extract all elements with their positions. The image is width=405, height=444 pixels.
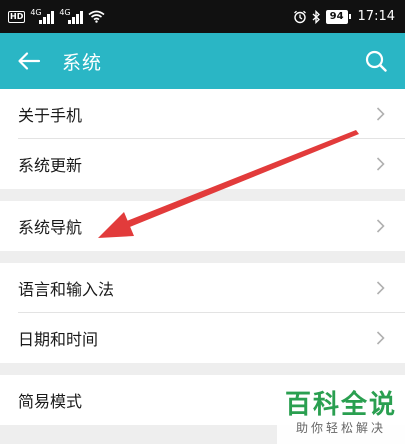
- sim2-net-label: 4G: [59, 7, 71, 17]
- settings-item-label: 关于手机: [18, 106, 83, 125]
- bluetooth-icon: [312, 9, 320, 24]
- status-right: 94 17:14: [293, 9, 395, 24]
- battery-icon: 94: [325, 9, 351, 24]
- settings-item-label: 系统更新: [18, 156, 83, 175]
- watermark-title: 百科全说: [284, 390, 397, 420]
- status-bar: HD 4G 4G 94 17:14: [0, 0, 405, 33]
- settings-item-system-update[interactable]: 系统更新: [0, 139, 405, 189]
- settings-item-about-phone[interactable]: 关于手机: [0, 89, 405, 139]
- settings-list: 关于手机 系统更新 系统导航 语言和输入法 日期和时间 简易模式: [0, 89, 405, 425]
- app-bar: 系统: [0, 33, 405, 89]
- back-button[interactable]: [14, 46, 44, 76]
- settings-group-3: 语言和输入法 日期和时间: [0, 263, 405, 363]
- settings-item-label: 日期和时间: [18, 330, 99, 349]
- chevron-right-icon: [373, 331, 387, 345]
- settings-item-language-input[interactable]: 语言和输入法: [0, 263, 405, 313]
- chevron-right-icon: [373, 157, 387, 171]
- chevron-right-icon: [373, 281, 387, 295]
- settings-item-label: 语言和输入法: [18, 280, 115, 299]
- hd-badge: HD: [8, 10, 26, 23]
- alarm-icon: [293, 10, 306, 23]
- chevron-right-icon: [373, 107, 387, 121]
- search-icon: [365, 50, 387, 72]
- page-title: 系统: [62, 51, 103, 74]
- settings-item-date-time[interactable]: 日期和时间: [0, 313, 405, 363]
- wifi-icon: [88, 10, 105, 23]
- watermark-subtitle: 助你轻松解决: [295, 421, 386, 435]
- settings-item-system-navigation[interactable]: 系统导航: [0, 201, 405, 251]
- sim1-signal-icon: 4G: [30, 7, 55, 24]
- status-left: HD 4G 4G: [8, 7, 105, 24]
- watermark-logo: 百科全说 助你轻松解决: [277, 382, 405, 444]
- settings-item-label: 系统导航: [18, 218, 83, 237]
- sim1-net-label: 4G: [30, 7, 42, 17]
- battery-level: 94: [325, 9, 348, 24]
- settings-group-1: 关于手机 系统更新: [0, 89, 405, 189]
- search-button[interactable]: [361, 46, 391, 76]
- status-time: 17:14: [357, 9, 395, 24]
- sim2-signal-icon: 4G: [59, 7, 84, 24]
- settings-group-2: 系统导航: [0, 201, 405, 251]
- back-arrow-icon: [18, 52, 41, 70]
- chevron-right-icon: [373, 219, 387, 233]
